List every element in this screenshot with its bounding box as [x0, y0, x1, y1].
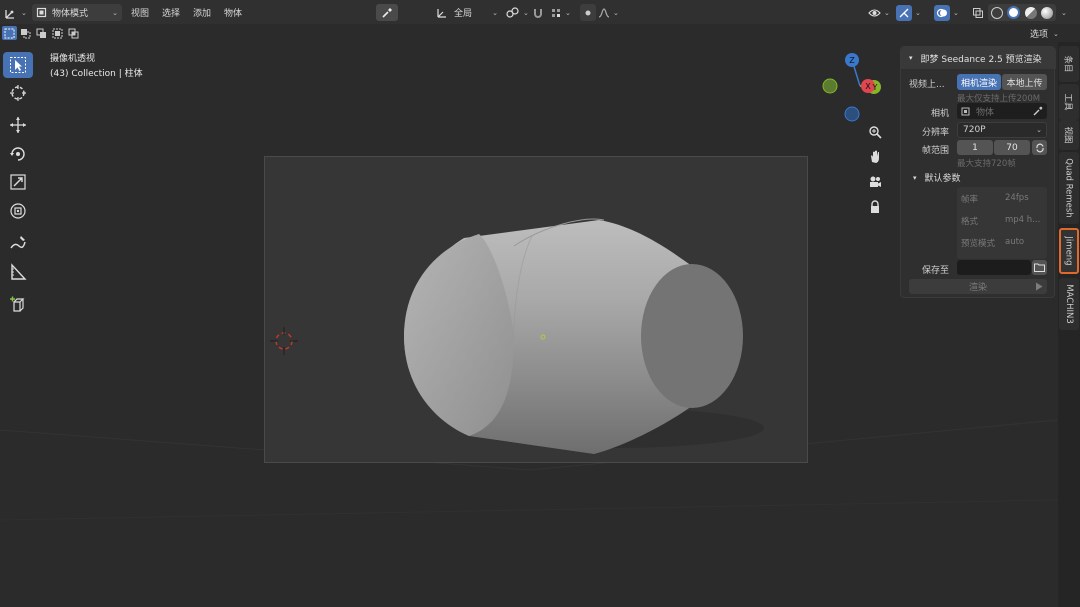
render-label: 渲染 [968, 283, 987, 293]
fps-value: 24fps [1005, 193, 1029, 203]
frame-start-field[interactable]: 1 [957, 140, 993, 155]
frame-end-field[interactable]: 70 [994, 140, 1030, 155]
panel-title: 即梦 Seedance 2.5 预览渲染 [920, 54, 1042, 65]
frame-range-label: 帧范围 [921, 146, 949, 156]
collapse-chevron-icon: ▾ [913, 173, 917, 182]
tab-view[interactable]: 视图 [1059, 120, 1079, 150]
frame-start-value: 1 [972, 142, 978, 153]
tab-item-label: 条目 [1062, 55, 1073, 73]
pan-button[interactable] [864, 146, 886, 168]
frame-end-value: 70 [1006, 142, 1018, 153]
tab-jimeng-label: Jimeng [1064, 236, 1075, 266]
shading-options-dropdown[interactable]: ⌄ [1058, 4, 1072, 21]
frame-hint: 最大支持720帧 [957, 159, 1016, 169]
lock-icon [871, 200, 879, 213]
lock-view-button[interactable] [864, 196, 886, 218]
cylinder-object[interactable] [264, 156, 808, 463]
play-icon [1036, 282, 1043, 291]
save-to-label: 保存至 [921, 266, 949, 276]
tab-quad-remesh[interactable]: Quad Remesh [1059, 152, 1079, 224]
browse-folder-button[interactable] [1032, 260, 1047, 275]
preview-mode-value: auto [1005, 237, 1025, 247]
hand-icon [871, 150, 879, 163]
3d-cursor-marker [270, 327, 298, 355]
save-path-field[interactable] [957, 260, 1031, 275]
camera-placeholder: 物体 [976, 107, 995, 118]
navigation-gizmo[interactable]: Z X Y [820, 50, 890, 130]
zoom-icon [869, 126, 882, 139]
render-button[interactable]: 渲染 [909, 279, 1047, 294]
format-value: mp4 h... [1005, 215, 1041, 225]
local-upload-button[interactable]: 本地上传 [1002, 74, 1047, 90]
tab-tool-label: 工具 [1062, 93, 1073, 111]
defaults-subpanel-header[interactable]: ▾ 默认参数 [913, 171, 961, 185]
panel-header[interactable]: ▾ 即梦 Seedance 2.5 预览渲染 [901, 47, 1056, 69]
format-label: 格式 [961, 217, 979, 227]
refresh-icon [1035, 143, 1044, 152]
tab-jimeng[interactable]: Jimeng [1059, 228, 1079, 274]
tab-machin3[interactable]: MACHIN3 [1059, 278, 1079, 330]
axis-y-label: Y [872, 83, 878, 92]
fps-label: 帧率 [961, 195, 979, 205]
object-icon [961, 107, 970, 115]
camera-view-button[interactable] [864, 171, 886, 193]
collapse-chevron-icon: ▾ [909, 54, 913, 62]
camera-label: 相机 [930, 109, 949, 119]
axis-z-label: Z [849, 56, 855, 65]
preview-mode-label: 预览模式 [961, 239, 996, 249]
chevron-down-icon: ⌄ [1036, 126, 1042, 134]
chevron-down-icon: ⌄ [1061, 8, 1067, 17]
resolution-label: 分辨率 [921, 128, 949, 138]
seedance-panel: ▾ 即梦 Seedance 2.5 预览渲染 视频上... 相机渲染 本地上传 … [900, 46, 1056, 298]
tab-item[interactable]: 条目 [1059, 46, 1079, 82]
defaults-header: 默认参数 [924, 174, 961, 184]
tab-machin3-label: MACHIN3 [1064, 284, 1075, 324]
video-upload-label: 视频上... [909, 80, 945, 90]
axis-x-label: X [865, 82, 871, 91]
tab-quad-remesh-label: Quad Remesh [1064, 158, 1074, 218]
camera-icon [870, 176, 881, 187]
camera-render-button[interactable]: 相机渲染 [957, 74, 1001, 90]
tab-view-label: 视图 [1062, 126, 1073, 144]
resolution-select[interactable]: 720P ⌄ [957, 122, 1047, 138]
folder-icon [1034, 263, 1045, 272]
resolution-value: 720P [963, 125, 986, 135]
frame-sync-button[interactable] [1032, 140, 1047, 155]
zoom-button[interactable] [864, 121, 886, 143]
tab-tool[interactable]: 工具 [1059, 84, 1079, 120]
defaults-box: 帧率 24fps 格式 mp4 h... 预览模式 auto [957, 187, 1047, 259]
sidebar-tabs: 条目 工具 视图 Quad Remesh Jimeng MACHIN3 [1058, 42, 1080, 607]
camera-field[interactable]: 物体 [957, 103, 1047, 119]
eyedropper-icon[interactable] [1033, 106, 1043, 116]
